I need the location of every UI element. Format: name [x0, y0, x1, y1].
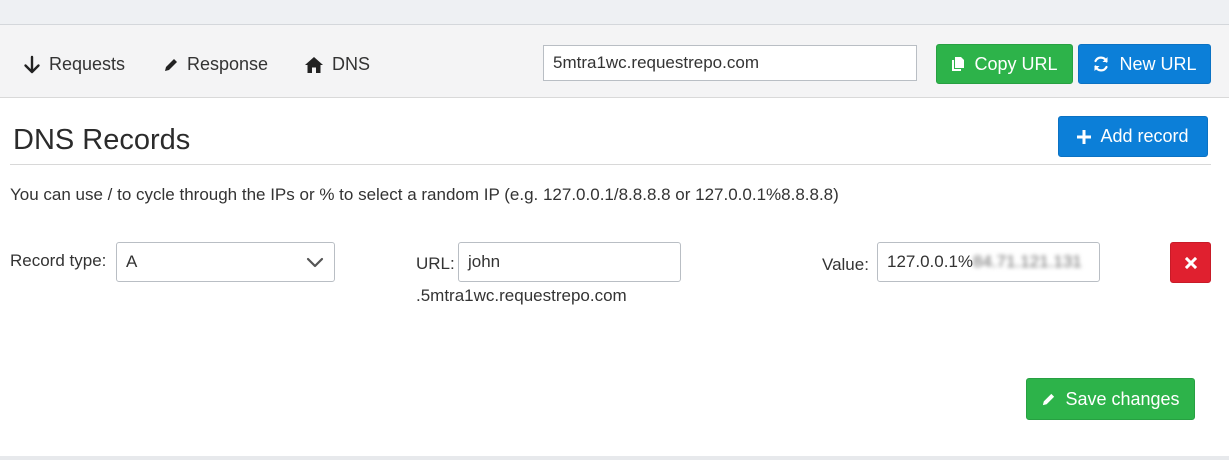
copy-url-button[interactable]: Copy URL [936, 44, 1073, 84]
arrow-down-icon [24, 55, 40, 73]
nav-requests-link[interactable]: Requests [23, 54, 125, 75]
new-url-button[interactable]: New URL [1078, 44, 1211, 84]
app-frame: Requests Response DNS 5mtra1wc.requestre… [0, 24, 1229, 457]
nav-response-label: Response [187, 54, 269, 74]
record-type-value: A [126, 252, 138, 271]
delete-record-button[interactable] [1170, 242, 1211, 283]
page-title: DNS Records [13, 124, 191, 156]
add-record-label: Add record [1100, 126, 1189, 146]
domain-suffix: .5mtra1wc.requestrepo.com [416, 286, 627, 305]
value-label: Value: [822, 255, 869, 274]
chevron-down-icon [306, 257, 324, 267]
value-redacted-text: 84.71.121.131 [973, 252, 1082, 271]
nav-dns-label: DNS [332, 54, 371, 74]
record-url-input[interactable]: john [458, 242, 681, 282]
pencil-icon [1043, 393, 1055, 405]
nav-dns-link[interactable]: DNS [304, 54, 370, 75]
url-field[interactable]: 5mtra1wc.requestrepo.com [543, 45, 917, 81]
pencil-icon [165, 58, 177, 71]
nav-response-link[interactable]: Response [163, 54, 268, 75]
home-icon [305, 56, 323, 73]
copy-icon [952, 57, 965, 71]
copy-url-label: Copy URL [974, 53, 1058, 74]
add-record-button[interactable]: Add record [1058, 116, 1208, 157]
record-value-input[interactable]: 127.0.0.1%84.71.121.131 [877, 242, 1100, 282]
save-changes-button[interactable]: Save changes [1026, 378, 1195, 420]
top-strip [0, 0, 1229, 24]
bottom-strip [0, 456, 1229, 460]
top-navbar: Requests Response DNS 5mtra1wc.requestre… [0, 25, 1229, 98]
plus-icon [1077, 129, 1092, 144]
help-text: You can use / to cycle through the IPs o… [10, 185, 839, 204]
url-label: URL: [416, 254, 455, 273]
refresh-icon [1094, 56, 1109, 72]
record-type-select[interactable]: A [116, 242, 335, 282]
record-type-label: Record type: [10, 251, 107, 270]
title-divider [10, 164, 1211, 165]
close-icon [1184, 256, 1197, 269]
save-changes-label: Save changes [1065, 388, 1180, 409]
new-url-label: New URL [1119, 53, 1197, 74]
nav-requests-label: Requests [49, 54, 126, 74]
value-visible-text: 127.0.0.1% [887, 252, 974, 271]
